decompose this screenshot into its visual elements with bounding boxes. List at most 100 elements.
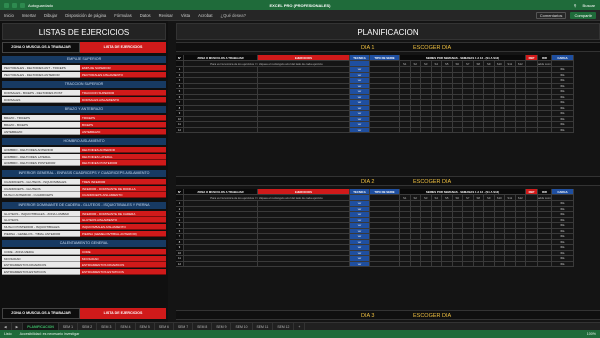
list-row[interactable]: BRAZO - TRICEPS TRICEPS	[2, 115, 166, 122]
zone-cell[interactable]: HOMBRO - DELTOIDES POSTERIOR	[2, 160, 80, 167]
menu-item-insertar[interactable]: Insertar	[22, 13, 36, 18]
list-row[interactable]: PECTORALES - DELTOIDES ANT - TRICEPS EMPU…	[2, 65, 166, 71]
list-row[interactable]: DORSALES DORSALES AISLAMIENTO	[2, 96, 166, 103]
exercise-cell[interactable]	[258, 127, 350, 133]
list-row[interactable]: MUSLO POSTERIOR - ISQUIOTIBIALES ISQUIOS/…	[2, 224, 166, 230]
exercise-list-cell[interactable]: ESTIRAMIENTOS ESTATICOS	[80, 269, 166, 275]
exercise-list-cell[interactable]: DORSALES AISLAMIENTO	[80, 96, 166, 103]
series-cell[interactable]	[400, 261, 411, 267]
rir-cell[interactable]	[538, 261, 552, 267]
series-cell[interactable]	[484, 261, 495, 267]
list-row[interactable]: ESTIRAMIENTOS ESTATICOS ESTIRAMIENTOS EST…	[2, 269, 166, 275]
series-cell[interactable]	[463, 127, 474, 133]
technique-link[interactable]: ver	[350, 261, 370, 267]
series-cell[interactable]	[410, 261, 421, 267]
comments-button[interactable]: Comentarios	[535, 11, 567, 19]
load-cell[interactable]: KG	[552, 127, 574, 133]
list-row[interactable]: ANTEBRAZO ANTEBRAZO	[2, 128, 166, 135]
close-window-icon[interactable]	[4, 2, 9, 8]
search-label[interactable]: Buscar	[583, 3, 595, 8]
rir-cell[interactable]	[538, 127, 552, 133]
exercise-list-cell[interactable]: DELTOIDES ANTERIOR	[80, 147, 166, 154]
technique-link[interactable]: ver	[350, 127, 370, 133]
series-cell[interactable]	[452, 261, 463, 267]
zone-cell[interactable]: DORSALES - BICEPS - DELTOIDES POST	[2, 90, 80, 97]
exercise-list-cell[interactable]: PIERNA (GEMELOS/TIBIAL ANTERIOR)	[80, 230, 166, 237]
series-cell[interactable]	[473, 127, 484, 133]
share-button[interactable]: Compartir	[570, 11, 596, 19]
exercise-list-cell[interactable]: DELTOIDES POSTERIOR	[80, 160, 166, 167]
list-row[interactable]: PECTORALES - DELTOIDES ANTERIOR PECTORALE…	[2, 71, 166, 78]
series-cell[interactable]	[494, 261, 505, 267]
menu-item-inicio[interactable]: Inicio	[4, 13, 14, 18]
series-cell[interactable]	[400, 127, 411, 133]
list-row[interactable]: CORE - ZONA MEDIA CORE	[2, 249, 166, 256]
series-cell[interactable]	[505, 127, 516, 133]
series-cell[interactable]	[410, 127, 421, 133]
load-cell[interactable]: KG	[552, 261, 574, 267]
list-row[interactable]: HOMBRO - DELTOIDES ANTERIOR DELTOIDES ANT…	[2, 147, 166, 154]
zone-cell[interactable]: GLUTEOS	[2, 217, 80, 224]
list-row[interactable]: GLUTEOS GLUTEOS AISLAMIENTO	[2, 217, 166, 224]
accessibility-status[interactable]: Accesibilidad: es necesario investigar	[20, 332, 80, 336]
list-row[interactable]: MUSLO ANTERIOR - CUADRICEPS CUADRICEPS AI…	[2, 192, 166, 199]
zone-cell[interactable]: PECTORALES - DELTOIDES ANT - TRICEPS	[2, 65, 80, 71]
series-cell[interactable]	[494, 127, 505, 133]
exercise-list-cell[interactable]: TRACCION SUPERIOR	[80, 90, 166, 97]
search-icon[interactable]: ⚲	[574, 3, 577, 8]
series-cell[interactable]	[452, 127, 463, 133]
series-cell[interactable]	[473, 261, 484, 267]
minimize-window-icon[interactable]	[12, 2, 17, 8]
zone-cell[interactable]: ESTIRAMIENTOS DINAMICOS	[2, 262, 80, 269]
list-row[interactable]: DORSALES - BICEPS - DELTOIDES POST TRACCI…	[2, 90, 166, 97]
zone-cell[interactable]: MUSLO POSTERIOR - ISQUIOTIBIALES	[2, 224, 80, 230]
zone-cell[interactable]	[184, 261, 258, 267]
zone-cell[interactable]: BRAZO - TRICEPS	[2, 115, 80, 122]
exercise-list-cell[interactable]: TREN INFERIOR	[80, 179, 166, 185]
exercise-list-cell[interactable]: ANTEBRAZO	[80, 128, 166, 135]
zone-cell[interactable]: PECTORALES - DELTOIDES ANTERIOR	[2, 71, 80, 78]
choose-day-dropdown[interactable]: ESCOGER DIA	[413, 177, 451, 187]
exercise-list-cell[interactable]: MOVILIDAD	[80, 255, 166, 262]
choose-day-dropdown[interactable]: ESCOGER DIA	[413, 43, 451, 53]
exercise-list-cell[interactable]: INFERIOR - DOMINANTE DE RODILLA	[80, 185, 166, 192]
menu-item-datos[interactable]: Datos	[140, 13, 151, 18]
series-type-cell[interactable]	[370, 127, 400, 133]
zone-cell[interactable]: ESTIRAMIENTOS ESTATICOS	[2, 269, 80, 275]
zone-cell[interactable]	[184, 127, 258, 133]
autosave-label[interactable]: Autoguardado	[28, 3, 53, 8]
menu-item-disposici-n-de-p-gina[interactable]: Disposición de página	[65, 13, 106, 18]
list-row[interactable]: PIERNA - GEMELOS - TIBIAL ANTERIOR PIERNA…	[2, 230, 166, 237]
series-cell[interactable]	[442, 261, 453, 267]
exercise-list-cell[interactable]: TRICEPS	[80, 115, 166, 122]
menu-item-revisar[interactable]: Revisar	[159, 13, 173, 18]
zone-cell[interactable]: CUADRICEPS - GLUTEOS	[2, 185, 80, 192]
zone-cell[interactable]: BRAZO - BICEPS	[2, 122, 80, 128]
zone-cell[interactable]: HOMBRO - DELTOIDES LATERAL	[2, 153, 80, 160]
zone-cell[interactable]: MOVILIDAD	[2, 255, 80, 262]
menu-item-acrobat[interactable]: Acrobat	[198, 13, 212, 18]
exercise-list-cell[interactable]: GLUTEOS AISLAMIENTO	[80, 217, 166, 224]
zone-cell[interactable]: MUSLO ANTERIOR - CUADRICEPS	[2, 192, 80, 199]
list-row[interactable]: ESTIRAMIENTOS DINAMICOS ESTIRAMIENTOS DIN…	[2, 262, 166, 269]
series-cell[interactable]	[505, 261, 516, 267]
list-row[interactable]: CUADRICEPS - GLUTEOS INFERIOR - DOMINANTE…	[2, 185, 166, 192]
list-row[interactable]: GLUTEOS - ISQUIOTIBIALES - ZONA LUMBAR IN…	[2, 210, 166, 217]
series-cell[interactable]	[442, 127, 453, 133]
list-row[interactable]: MOVILIDAD MOVILIDAD	[2, 255, 166, 262]
exercise-list-cell[interactable]: DELTOIDES LATERAL	[80, 153, 166, 160]
list-row[interactable]: CUADRICEPS - GLUTEOS - ISQUIOS/BALES TREN…	[2, 179, 166, 185]
exercise-cell[interactable]	[258, 261, 350, 267]
series-cell[interactable]	[515, 261, 526, 267]
zone-cell[interactable]: CORE - ZONA MEDIA	[2, 249, 80, 256]
series-cell[interactable]	[421, 261, 432, 267]
exercise-list-cell[interactable]: CORE	[80, 249, 166, 256]
zone-cell[interactable]: DORSALES	[2, 96, 80, 103]
reps-cell[interactable]	[526, 127, 538, 133]
choose-day-dropdown[interactable]: ESCOGER DIA	[413, 311, 451, 321]
exercise-list-cell[interactable]: ESTIRAMIENTOS DINAMICOS	[80, 262, 166, 269]
zone-cell[interactable]: ANTEBRAZO	[2, 128, 80, 135]
menu-item-vista[interactable]: Vista	[181, 13, 190, 18]
series-type-cell[interactable]	[370, 261, 400, 267]
list-row[interactable]: HOMBRO - DELTOIDES POSTERIOR DELTOIDES PO…	[2, 160, 166, 167]
